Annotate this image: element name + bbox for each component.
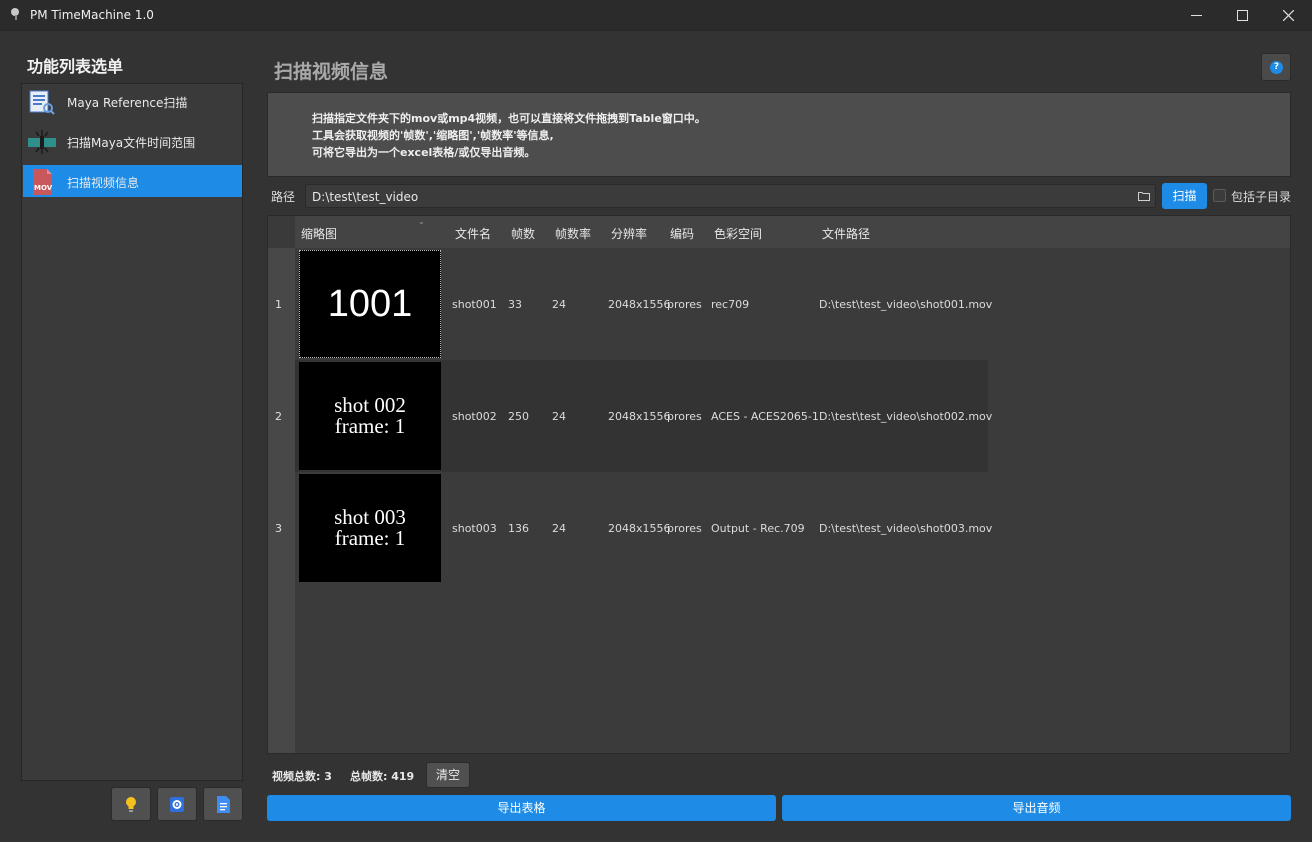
column-header-resolution[interactable]: 分辨率 <box>611 225 647 242</box>
sidebar-title: 功能列表选单 <box>27 57 124 76</box>
cell-codec: prores <box>667 298 702 311</box>
thumbnail-text: frame: 1 <box>334 414 406 438</box>
cell-filename: shot002 <box>452 410 497 423</box>
row-number: 1 <box>275 298 282 311</box>
column-header-fps[interactable]: 帧数率 <box>555 225 591 242</box>
cell-fps: 24 <box>552 298 566 311</box>
frame-count-label: 总帧数: 419 <box>350 770 415 783</box>
cell-frames: 136 <box>508 522 529 535</box>
description-panel: 扫描指定文件夹下的mov或mp4视频，也可以直接将文件拖拽到Table窗口中。 … <box>267 92 1291 177</box>
cell-colorspace: ACES - ACES2065-1 <box>711 410 819 423</box>
tips-button[interactable] <box>111 787 151 821</box>
help-icon: ? <box>1270 61 1283 74</box>
column-header-colorspace[interactable]: 色彩空间 <box>714 225 762 242</box>
cell-resolution: 2048x1556 <box>608 298 671 311</box>
cell-colorspace: Output - Rec.709 <box>711 522 805 535</box>
sidebar-item-maya-reference[interactable]: Maya Reference扫描 <box>23 85 242 117</box>
cell-colorspace: rec709 <box>711 298 750 311</box>
description-line: 工具会获取视频的'帧数','缩略图','帧数率'等信息, <box>312 129 554 142</box>
cell-resolution: 2048x1556 <box>608 410 671 423</box>
folder-icon[interactable] <box>1138 191 1150 201</box>
thumbnail-text: frame: 1 <box>334 526 406 550</box>
app-icon <box>11 8 19 20</box>
maximize-button[interactable] <box>1220 0 1266 31</box>
cell-filepath: D:\test\test_video\shot001.mov <box>819 298 993 311</box>
lightbulb-icon <box>126 797 136 812</box>
sidebar-item-time-range[interactable]: 扫描Maya文件时间范围 <box>23 125 242 157</box>
column-header-frames[interactable]: 帧数 <box>511 225 535 242</box>
column-header-filepath[interactable]: 文件路径 <box>822 225 870 242</box>
export-table-button[interactable]: 导出表格 <box>267 795 776 821</box>
mov-file-icon: MOV <box>33 169 53 195</box>
maya-reference-icon <box>29 90 55 115</box>
sidebar-item-label: Maya Reference扫描 <box>67 96 188 110</box>
thumbnail-text: shot 003 <box>334 505 406 529</box>
export-audio-button[interactable]: 导出音频 <box>782 795 1291 821</box>
description-line: 可将它导出为一个excel表格/或仅导出音频。 <box>312 146 536 159</box>
title-bar: PM TimeMachine 1.0 <box>0 0 1312 31</box>
cell-codec: prores <box>667 522 702 535</box>
video-count-label: 视频总数: 3 <box>272 770 332 783</box>
cell-filepath: D:\test\test_video\shot002.mov <box>819 410 993 423</box>
video-table[interactable]: ⌄ 缩略图 文件名 帧数 帧数率 分辨率 编码 色彩空间 文件路径 1 1001… <box>267 215 1291 754</box>
path-label: 路径 <box>271 190 296 204</box>
scan-button[interactable]: 扫描 <box>1162 183 1207 209</box>
cell-filename: shot003 <box>452 522 497 535</box>
path-input[interactable]: D:\test\test_video <box>305 184 1156 208</box>
settings-icon <box>170 797 184 812</box>
column-header-thumbnail[interactable]: 缩略图 <box>301 225 337 242</box>
row-number: 3 <box>275 522 282 535</box>
cell-fps: 24 <box>552 410 566 423</box>
thumbnail: shot 003 frame: 1 <box>299 474 441 582</box>
page-title: 扫描视频信息 <box>274 61 389 83</box>
sidebar-item-label: 扫描Maya文件时间范围 <box>67 136 196 150</box>
table-corner <box>268 216 295 248</box>
settings-button[interactable] <box>157 787 197 821</box>
table-header: ⌄ 缩略图 文件名 帧数 帧数率 分辨率 编码 色彩空间 文件路径 <box>295 216 1290 248</box>
clear-button[interactable]: 清空 <box>426 762 470 788</box>
row-number: 2 <box>275 410 282 423</box>
thumbnail: 1001 <box>299 250 441 358</box>
include-subdirs-label: 包括子目录 <box>1231 190 1292 204</box>
time-range-icon <box>28 130 56 154</box>
cell-fps: 24 <box>552 522 566 535</box>
window-title: PM TimeMachine 1.0 <box>30 8 154 22</box>
cell-filepath: D:\test\test_video\shot003.mov <box>819 522 993 535</box>
close-button[interactable] <box>1266 0 1312 31</box>
cell-resolution: 2048x1556 <box>608 522 671 535</box>
document-button[interactable] <box>203 787 243 821</box>
description-line: 扫描指定文件夹下的mov或mp4视频，也可以直接将文件拖拽到Table窗口中。 <box>312 112 706 125</box>
include-subdirs-checkbox[interactable] <box>1213 189 1226 202</box>
document-icon <box>217 796 230 813</box>
cell-filename: shot001 <box>452 298 497 311</box>
minimize-button[interactable] <box>1174 0 1220 31</box>
mov-icon-text: MOV <box>34 184 53 192</box>
help-button[interactable]: ? <box>1261 53 1291 81</box>
cell-codec: prores <box>667 410 702 423</box>
cell-frames: 33 <box>508 298 522 311</box>
sidebar-item-video-info[interactable]: MOV 扫描视频信息 <box>23 165 242 197</box>
thumbnail-text: 1001 <box>327 282 413 325</box>
path-value: D:\test\test_video <box>312 190 419 204</box>
row-header <box>268 248 295 753</box>
column-header-filename[interactable]: 文件名 <box>455 225 491 242</box>
sort-indicator-icon: ⌄ <box>418 217 425 226</box>
thumbnail: shot 002 frame: 1 <box>299 362 441 470</box>
sidebar-item-label: 扫描视频信息 <box>67 176 140 190</box>
thumbnail-text: shot 002 <box>334 393 406 417</box>
sidebar-list: Maya Reference扫描 扫描Maya文件时间范围 MOV 扫描视频信息 <box>21 83 243 781</box>
column-header-codec[interactable]: 编码 <box>670 225 694 242</box>
cell-frames: 250 <box>508 410 529 423</box>
